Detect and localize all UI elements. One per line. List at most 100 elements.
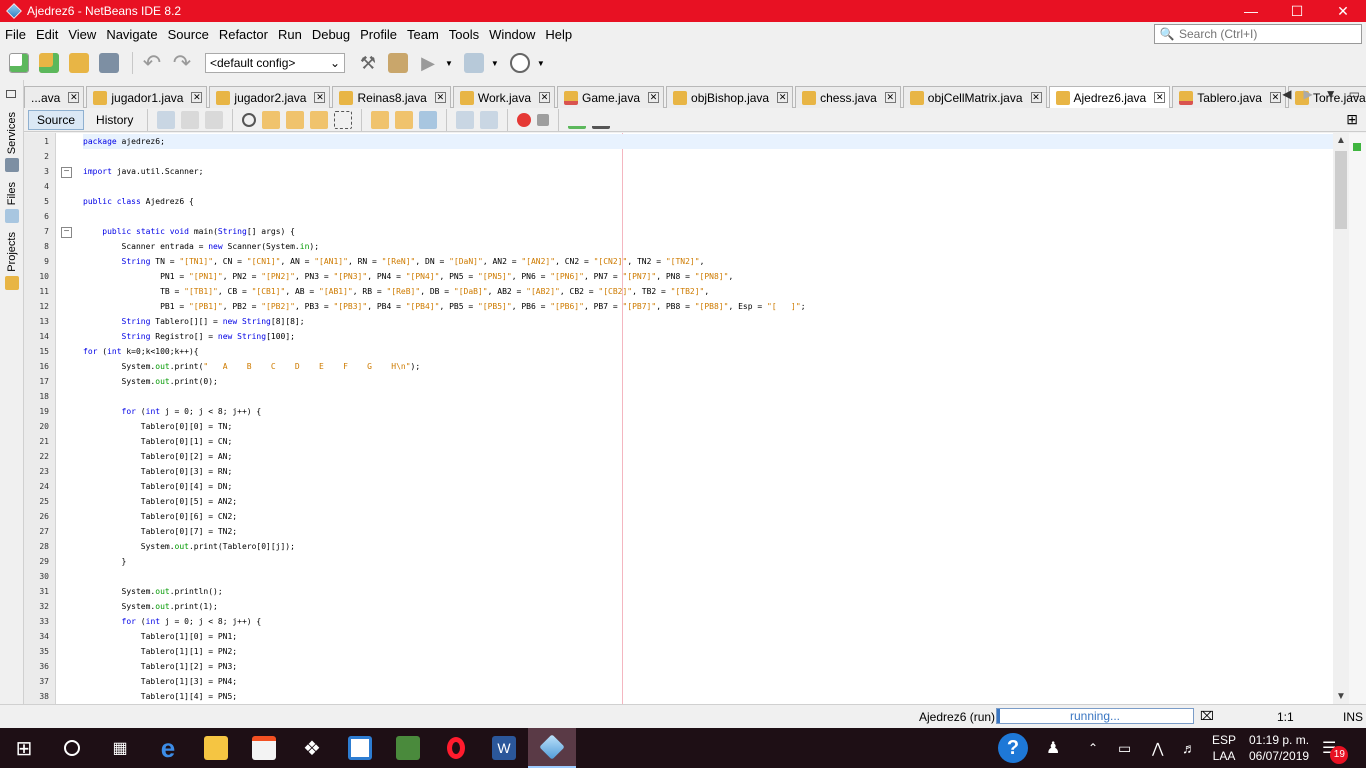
tab-java-file[interactable]: chess.java ✕ bbox=[795, 86, 901, 108]
close-icon[interactable]: ✕ bbox=[884, 92, 896, 103]
menu-edit[interactable]: Edit bbox=[31, 27, 63, 42]
tab-java-file-active[interactable]: Ajedrez6.java ✕ bbox=[1048, 86, 1171, 108]
word-button[interactable]: W bbox=[480, 728, 528, 768]
find-previous-icon[interactable] bbox=[262, 110, 281, 129]
clean-build-button[interactable] bbox=[385, 50, 411, 76]
menu-profile[interactable]: Profile bbox=[355, 27, 402, 42]
maximize-icon[interactable]: ☐ bbox=[1274, 0, 1320, 22]
scroll-up-icon[interactable]: ▲ bbox=[1333, 135, 1349, 146]
battery-icon[interactable]: ▭ bbox=[1118, 728, 1131, 768]
close-icon[interactable]: ✕ bbox=[1320, 0, 1366, 22]
show-hidden-icons-icon[interactable]: ⌃ bbox=[1088, 728, 1098, 768]
code-line[interactable]: System.out.print(" A B C D E F G H\n"); bbox=[83, 359, 421, 374]
stop-macro-icon[interactable] bbox=[537, 113, 550, 126]
code-line[interactable]: } bbox=[83, 554, 127, 569]
code-line[interactable]: Tablero[1][0] = PN1; bbox=[83, 629, 237, 644]
find-next-icon[interactable] bbox=[286, 110, 305, 129]
history-view-button[interactable]: History bbox=[88, 110, 141, 130]
undo-button[interactable]: ↶ bbox=[139, 50, 165, 76]
profile-button[interactable] bbox=[507, 50, 533, 76]
menu-refactor[interactable]: Refactor bbox=[214, 27, 273, 42]
shift-left-icon[interactable] bbox=[456, 110, 475, 129]
tab-java-file[interactable]: ...ava ✕ bbox=[24, 86, 85, 108]
build-button[interactable]: ⚒ bbox=[355, 50, 381, 76]
close-icon[interactable]: ✕ bbox=[777, 92, 789, 103]
code-line[interactable]: PB1 = "[PB1]", PB2 = "[PB2]", PB3 = "[PB… bbox=[83, 299, 805, 314]
code-area[interactable]: package ajedrez6; import java.util.Scanne… bbox=[83, 133, 1333, 704]
code-line[interactable]: PN1 = "[PN1]", PN2 = "[PN2]", PN3 = "[PN… bbox=[83, 269, 733, 284]
scroll-down-icon[interactable]: ▼ bbox=[1333, 691, 1349, 702]
code-line[interactable]: System.out.print(1); bbox=[83, 599, 218, 614]
code-line[interactable]: Tablero[0][3] = RN; bbox=[83, 464, 233, 479]
shift-right-icon[interactable] bbox=[480, 110, 499, 129]
menu-debug[interactable]: Debug bbox=[307, 27, 355, 42]
clock[interactable]: 01:19 p. m. 06/07/2019 bbox=[1249, 728, 1309, 768]
help-tray-icon[interactable]: ? bbox=[998, 728, 1028, 768]
uncomment-icon[interactable] bbox=[592, 111, 611, 129]
vertical-scrollbar[interactable]: ▲ ▼ bbox=[1333, 133, 1349, 704]
split-editor-icon[interactable]: ⊞ bbox=[1346, 111, 1358, 128]
debug-button[interactable] bbox=[461, 50, 487, 76]
code-line[interactable]: package ajedrez6; bbox=[83, 134, 1333, 149]
code-editor[interactable]: 1 2 3 4 5 6 7 8 9 10 11 12 13 14 15 16 17 18 19 20 21 22 23 24 2… bbox=[24, 133, 1333, 704]
input-language[interactable]: ESP LAA bbox=[1212, 728, 1236, 768]
search-box[interactable]: 🔍 bbox=[1154, 24, 1362, 44]
fold-toggle-icon[interactable]: − bbox=[61, 227, 72, 238]
task-view-button[interactable]: ▦ bbox=[96, 728, 144, 768]
tab-java-file[interactable]: jugador1.java ✕ bbox=[86, 86, 208, 108]
menu-help[interactable]: Help bbox=[540, 27, 577, 42]
source-view-button[interactable]: Source bbox=[28, 109, 85, 130]
maximize-window-icon[interactable]: ▭ bbox=[1349, 87, 1360, 101]
close-icon[interactable]: ✕ bbox=[1269, 92, 1281, 103]
menu-window[interactable]: Window bbox=[484, 27, 540, 42]
tripadvisor-button[interactable] bbox=[384, 728, 432, 768]
code-line[interactable]: Tablero[1][3] = PN4; bbox=[83, 674, 237, 689]
minimize-panel-icon[interactable] bbox=[6, 90, 16, 98]
tab-java-file[interactable]: Tablero.java ✕ bbox=[1172, 86, 1286, 108]
tab-java-file[interactable]: objBishop.java ✕ bbox=[666, 86, 794, 108]
menu-navigate[interactable]: Navigate bbox=[101, 27, 162, 42]
dropbox-button[interactable]: ❖ bbox=[288, 728, 336, 768]
minimize-icon[interactable]: — bbox=[1228, 0, 1274, 22]
run-button[interactable]: ▶ bbox=[415, 50, 441, 76]
tab-java-file[interactable]: objCellMatrix.java ✕ bbox=[902, 86, 1047, 108]
new-file-button[interactable] bbox=[6, 50, 32, 76]
code-line[interactable]: Tablero[1][1] = PN2; bbox=[83, 644, 237, 659]
netbeans-taskbar-button[interactable] bbox=[528, 728, 576, 768]
code-line[interactable]: Tablero[0][6] = CN2; bbox=[83, 509, 237, 524]
tab-java-file[interactable]: Work.java ✕ bbox=[452, 86, 555, 108]
code-line[interactable]: Tablero[0][5] = AN2; bbox=[83, 494, 237, 509]
save-all-button[interactable] bbox=[96, 50, 122, 76]
photos-button[interactable] bbox=[336, 728, 384, 768]
projects-tab[interactable]: Projects bbox=[0, 232, 24, 290]
close-icon[interactable]: ✕ bbox=[539, 92, 550, 103]
code-line[interactable]: for (int j = 0; j < 8; j++) { bbox=[83, 404, 262, 419]
code-line[interactable]: Tablero[0][7] = TN2; bbox=[83, 524, 237, 539]
find-icon[interactable] bbox=[242, 112, 257, 127]
last-edit-icon[interactable] bbox=[157, 110, 176, 129]
tab-java-file[interactable]: jugador2.java ✕ bbox=[209, 86, 331, 108]
code-line[interactable]: Tablero[0][2] = AN; bbox=[83, 449, 233, 464]
open-project-button[interactable] bbox=[66, 50, 92, 76]
close-icon[interactable]: ✕ bbox=[434, 92, 446, 103]
close-icon[interactable]: ✕ bbox=[648, 92, 660, 103]
volume-icon[interactable]: ♬ bbox=[1182, 728, 1196, 768]
close-icon[interactable]: ✕ bbox=[1030, 92, 1042, 103]
new-project-button[interactable] bbox=[36, 50, 62, 76]
tab-java-file[interactable]: Reinas8.java ✕ bbox=[332, 86, 451, 108]
search-input[interactable] bbox=[1179, 27, 1357, 41]
wifi-icon[interactable]: ⋀ bbox=[1152, 728, 1163, 768]
code-line[interactable]: TB = "[TB1]", CB = "[CB1]", AB = "[AB1]"… bbox=[83, 284, 709, 299]
redo-button[interactable]: ↷ bbox=[169, 50, 195, 76]
code-line[interactable]: System.out.print(0); bbox=[83, 374, 218, 389]
cancel-task-icon[interactable]: ⌧ bbox=[1200, 709, 1214, 723]
scrollbar-thumb[interactable] bbox=[1335, 151, 1347, 229]
code-line[interactable]: Tablero[0][0] = TN; bbox=[83, 419, 233, 434]
code-line[interactable]: String TN = "[TN1]", CN = "[CN1]", AN = … bbox=[83, 254, 705, 269]
close-icon[interactable]: ✕ bbox=[191, 92, 203, 103]
code-line[interactable]: Tablero[0][4] = DN; bbox=[83, 479, 233, 494]
opera-button[interactable] bbox=[432, 728, 480, 768]
debug-dropdown-icon[interactable]: ▼ bbox=[491, 59, 499, 68]
store-button[interactable] bbox=[240, 728, 288, 768]
comment-icon[interactable] bbox=[568, 111, 587, 129]
